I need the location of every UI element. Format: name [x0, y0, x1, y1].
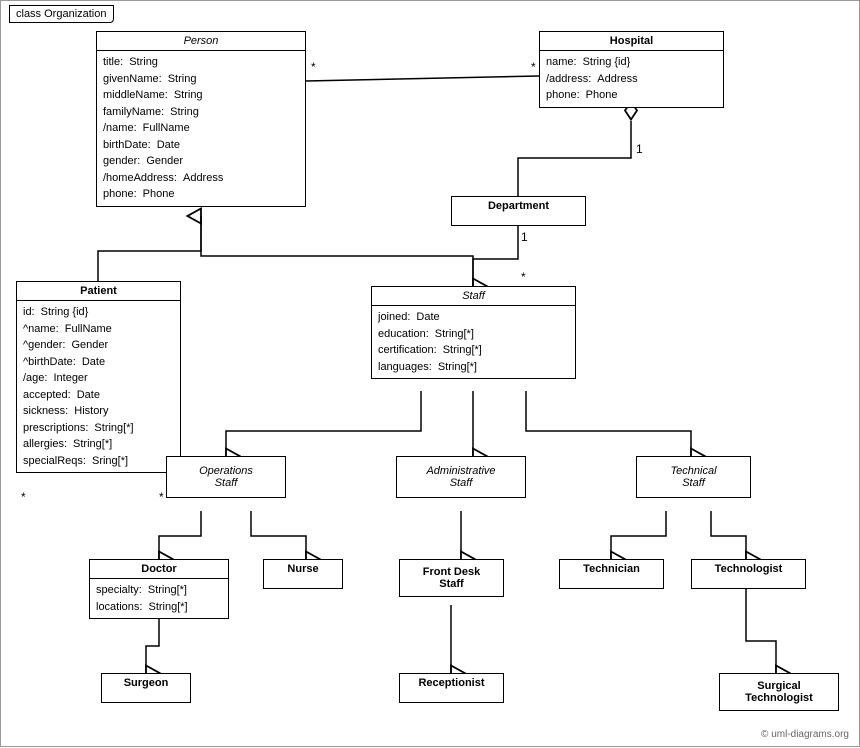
svg-text:*: *	[521, 270, 526, 284]
technician-class-name: Technician	[560, 560, 663, 578]
surgical-technologist-class-name: SurgicalTechnologist	[720, 674, 838, 710]
front-desk-staff-class-name: Front DeskStaff	[400, 560, 503, 596]
svg-text:*: *	[159, 490, 164, 504]
svg-text:1: 1	[636, 142, 643, 156]
front-desk-staff-class: Front DeskStaff	[399, 559, 504, 597]
administrative-staff-class-name: AdministrativeStaff	[397, 457, 525, 497]
operations-staff-class-name: OperationsStaff	[167, 457, 285, 497]
hospital-class: Hospital name:String {id} /address:Addre…	[539, 31, 724, 108]
doctor-class: Doctor specialty:String[*] locations:Str…	[89, 559, 229, 619]
staff-attrs: joined:Date education:String[*] certific…	[372, 306, 575, 378]
svg-text:*: *	[311, 60, 316, 74]
staff-class: Staff joined:Date education:String[*] ce…	[371, 286, 576, 379]
department-class: Department	[451, 196, 586, 226]
doctor-class-name: Doctor	[90, 560, 228, 579]
person-class-name: Person	[97, 32, 305, 51]
nurse-class: Nurse	[263, 559, 343, 589]
svg-text:1: 1	[521, 230, 528, 244]
copyright: © uml-diagrams.org	[761, 729, 849, 740]
person-attrs: title:String givenName:String middleName…	[97, 51, 305, 206]
surgeon-class: Surgeon	[101, 673, 191, 703]
svg-text:*: *	[531, 60, 536, 74]
patient-class: Patient id:String {id} ^name:FullName ^g…	[16, 281, 181, 473]
receptionist-class-name: Receptionist	[400, 674, 503, 692]
patient-class-name: Patient	[17, 282, 180, 301]
nurse-class-name: Nurse	[264, 560, 342, 578]
hospital-class-name: Hospital	[540, 32, 723, 51]
svg-text:*: *	[21, 490, 26, 504]
technologist-class: Technologist	[691, 559, 806, 589]
operations-staff-class: OperationsStaff	[166, 456, 286, 498]
diagram-title: class Organization	[9, 5, 114, 23]
technical-staff-class-name: TechnicalStaff	[637, 457, 750, 497]
department-class-name: Department	[452, 197, 585, 215]
diagram-container: class Organization	[0, 0, 860, 747]
staff-class-name: Staff	[372, 287, 575, 306]
technician-class: Technician	[559, 559, 664, 589]
surgical-technologist-class: SurgicalTechnologist	[719, 673, 839, 711]
surgeon-class-name: Surgeon	[102, 674, 190, 692]
hospital-attrs: name:String {id} /address:Address phone:…	[540, 51, 723, 107]
person-class: Person title:String givenName:String mid…	[96, 31, 306, 207]
patient-attrs: id:String {id} ^name:FullName ^gender:Ge…	[17, 301, 180, 472]
doctor-attrs: specialty:String[*] locations:String[*]	[90, 579, 228, 618]
technologist-class-name: Technologist	[692, 560, 805, 578]
administrative-staff-class: AdministrativeStaff	[396, 456, 526, 498]
receptionist-class: Receptionist	[399, 673, 504, 703]
technical-staff-class: TechnicalStaff	[636, 456, 751, 498]
